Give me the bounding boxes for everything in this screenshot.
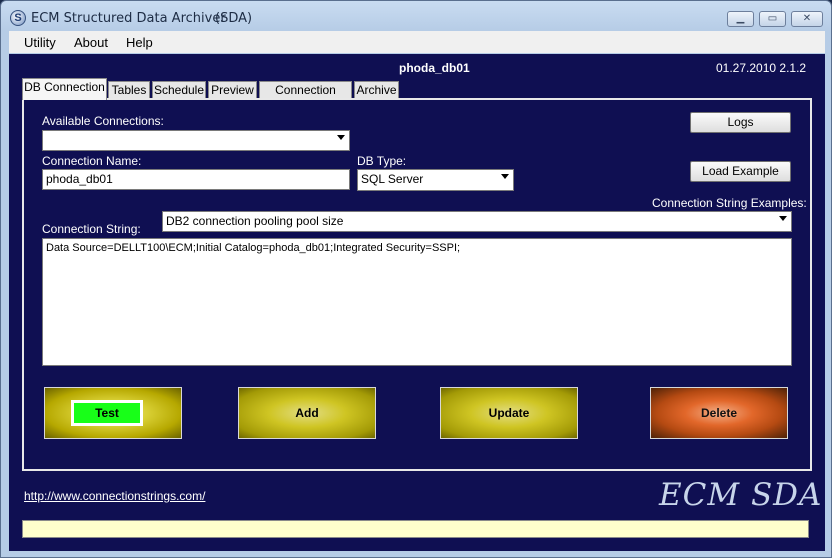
delete-button[interactable]: Delete bbox=[650, 387, 788, 439]
db-type-label: DB Type: bbox=[357, 154, 407, 168]
menu-bar: Utility About Help bbox=[9, 31, 825, 53]
tab-preview[interactable]: Preview bbox=[208, 81, 257, 99]
client-area: phoda_db01 01.27.2010 2.1.2 DB Connectio… bbox=[9, 54, 825, 551]
connection-name-label: Connection Name: bbox=[42, 154, 142, 168]
db-type-value: SQL Server bbox=[361, 172, 424, 186]
brand-logo-text: ECM SDA bbox=[659, 477, 823, 513]
tab-connection-string[interactable]: Connection String bbox=[259, 81, 352, 113]
close-button[interactable]: ✕ bbox=[791, 11, 823, 27]
connectionstrings-link[interactable]: http://www.connectionstrings.com/ bbox=[24, 489, 205, 503]
tab-schedule[interactable]: Schedule bbox=[152, 81, 206, 99]
minimize-button[interactable]: ▁ bbox=[727, 11, 754, 27]
available-connections-dropdown[interactable] bbox=[42, 130, 350, 151]
tab-archive[interactable]: Archive bbox=[354, 81, 399, 99]
db-type-dropdown[interactable]: SQL Server bbox=[357, 169, 514, 191]
cs-examples-label: Connection String Examples: bbox=[652, 196, 807, 210]
test-button[interactable]: Test bbox=[44, 387, 182, 439]
chevron-down-icon bbox=[337, 135, 345, 140]
available-connections-label: Available Connections: bbox=[42, 114, 164, 128]
connection-string-label: Connection String: bbox=[42, 222, 141, 236]
maximize-button[interactable]: ▭ bbox=[759, 11, 786, 27]
chevron-down-icon bbox=[779, 216, 787, 221]
test-button-label: Test bbox=[71, 400, 143, 426]
database-title: phoda_db01 bbox=[399, 61, 470, 75]
menu-utility[interactable]: Utility bbox=[24, 35, 56, 50]
app-logo-icon: S bbox=[10, 10, 26, 26]
connection-name-input[interactable]: phoda_db01 bbox=[42, 169, 350, 190]
logs-button[interactable]: Logs bbox=[690, 112, 791, 133]
chevron-down-icon bbox=[501, 174, 509, 179]
add-button[interactable]: Add bbox=[238, 387, 376, 439]
application-window: S ECM Structured Data Archiver (SDA) ▁ ▭… bbox=[0, 0, 832, 558]
tab-tables[interactable]: Tables bbox=[108, 81, 150, 99]
update-button[interactable]: Update bbox=[440, 387, 578, 439]
cs-examples-dropdown[interactable]: DB2 connection pooling pool size bbox=[162, 211, 792, 232]
connection-string-textarea[interactable]: Data Source=DELLT100\ECM;Initial Catalog… bbox=[42, 238, 792, 366]
version-label: 01.27.2010 2.1.2 bbox=[716, 61, 807, 75]
db-connection-panel: Available Connections: Logs Connection N… bbox=[22, 98, 812, 471]
window-subtitle: (SDA) bbox=[215, 11, 253, 26]
menu-help[interactable]: Help bbox=[126, 35, 153, 50]
window-title: ECM Structured Data Archiver bbox=[31, 11, 226, 26]
menu-about[interactable]: About bbox=[74, 35, 108, 50]
status-bar bbox=[22, 520, 809, 538]
cs-examples-value: DB2 connection pooling pool size bbox=[166, 214, 344, 228]
title-bar[interactable]: S ECM Structured Data Archiver (SDA) ▁ ▭… bbox=[1, 1, 831, 31]
load-example-button[interactable]: Load Example bbox=[690, 161, 791, 182]
tab-db-connection[interactable]: DB Connection bbox=[22, 78, 107, 100]
